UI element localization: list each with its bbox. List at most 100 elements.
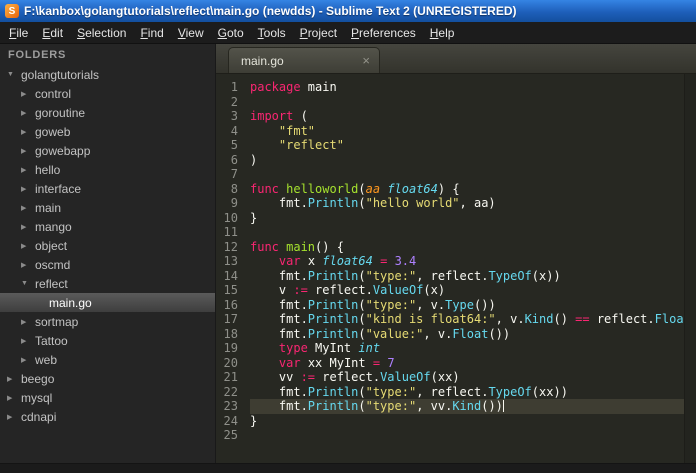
folder-web[interactable]: ▶ web (0, 350, 215, 369)
folder-oscmd[interactable]: ▶ oscmd (0, 255, 215, 274)
tree-item-label: web (35, 352, 58, 367)
text-cursor (502, 400, 504, 412)
tab-close-icon[interactable]: × (362, 54, 370, 67)
vertical-scrollbar-track[interactable] (684, 74, 696, 463)
code-text: fmt.Println("hello world", aa) (250, 196, 496, 210)
chevron-right-icon[interactable]: ▶ (7, 375, 18, 383)
chevron-right-icon[interactable]: ▶ (21, 185, 32, 193)
folder-sortmap[interactable]: ▶ sortmap (0, 312, 215, 331)
line-number: 8 (230, 181, 238, 196)
chevron-right-icon[interactable]: ▶ (21, 147, 32, 155)
folder-main[interactable]: ▶ main (0, 198, 215, 217)
menu-preferences[interactable]: Preferences (344, 23, 423, 43)
tree-item-label: oscmd (35, 257, 71, 272)
file-main-go[interactable]: main.go (0, 293, 215, 312)
menu-project[interactable]: Project (293, 23, 344, 43)
code-line-24: 24} (216, 414, 684, 429)
folder-reflect[interactable]: ▼ reflect (0, 274, 215, 293)
chevron-right-icon[interactable]: ▶ (21, 356, 32, 364)
tree-item-label: mango (35, 219, 72, 234)
folder-goroutine[interactable]: ▶ goroutine (0, 103, 215, 122)
folder-beego[interactable]: ▶ beego (0, 369, 215, 388)
title-bar[interactable]: S F:\kanbox\golangtutorials\reflect\main… (0, 0, 696, 22)
menu-view[interactable]: View (171, 23, 211, 43)
code-text: } (250, 210, 258, 225)
code-line-18: 18 fmt.Println("value:", v.Float()) (216, 327, 684, 342)
code-text: vv := reflect.ValueOf(xx) (250, 370, 460, 384)
code-line-17: 17 fmt.Println("kind is float64:", v.Kin… (216, 312, 684, 327)
chevron-down-icon[interactable]: ▼ (7, 71, 18, 78)
folder-hello[interactable]: ▶ hello (0, 160, 215, 179)
folder-object[interactable]: ▶ object (0, 236, 215, 255)
tree-item-label: main (35, 200, 62, 215)
folder-tattoo[interactable]: ▶ Tattoo (0, 331, 215, 350)
line-number: 14 (223, 268, 238, 283)
folder-mango[interactable]: ▶ mango (0, 217, 215, 236)
code-line-2: 2 (216, 95, 684, 110)
line-number: 7 (230, 167, 238, 181)
chevron-down-icon[interactable]: ▼ (21, 280, 32, 287)
code-text: "reflect" (278, 138, 344, 152)
line-number: 5 (230, 138, 238, 152)
code-line-19: 19 type MyInt int (216, 341, 684, 356)
chevron-right-icon[interactable]: ▶ (21, 242, 32, 250)
chevron-right-icon[interactable]: ▶ (21, 318, 32, 326)
line-number: 3 (230, 109, 238, 123)
code-text: "fmt" (278, 123, 316, 138)
folder-control[interactable]: ▶ control (0, 84, 215, 103)
code-line-5: 5 "reflect" (216, 138, 684, 153)
chevron-right-icon[interactable]: ▶ (21, 128, 32, 136)
tree-item-label: goweb (35, 124, 71, 139)
tab-main-go[interactable]: main.go × (228, 47, 380, 73)
chevron-right-icon[interactable]: ▶ (21, 337, 32, 345)
code-editor[interactable]: 1 package main 2 3 import (4 "fmt" 5 "reflect… (216, 74, 684, 463)
chevron-right-icon[interactable]: ▶ (21, 223, 32, 231)
folder-interface[interactable]: ▶ interface (0, 179, 215, 198)
menu-goto[interactable]: Goto (211, 23, 251, 43)
tree-item-label: mysql (21, 390, 53, 405)
menu-selection[interactable]: Selection (70, 23, 133, 43)
code-text: ) (250, 152, 258, 167)
menu-find[interactable]: Find (133, 23, 170, 43)
code-line-8: 8 func helloworld(aa float64) { (216, 182, 684, 197)
line-number: 24 (223, 413, 238, 428)
line-number: 1 (230, 80, 238, 94)
chevron-right-icon[interactable]: ▶ (7, 413, 18, 421)
chevron-right-icon[interactable]: ▶ (21, 166, 32, 174)
menu-tools[interactable]: Tools (251, 23, 293, 43)
line-number: 4 (230, 123, 238, 138)
line-number: 12 (223, 239, 238, 254)
code-line-1: 1 package main (216, 80, 684, 95)
folder-goweb[interactable]: ▶ goweb (0, 122, 215, 141)
tree-item-label: goroutine (35, 105, 86, 120)
folder-cdnapi[interactable]: ▶ cdnapi (0, 407, 215, 426)
folder-mysql[interactable]: ▶ mysql (0, 388, 215, 407)
chevron-right-icon[interactable]: ▶ (21, 261, 32, 269)
code-text: fmt.Println("type:", reflect.TypeOf(x)) (250, 268, 561, 283)
tree-item-label: control (35, 86, 72, 101)
sublime-window: S F:\kanbox\golangtutorials\reflect\main… (0, 0, 696, 473)
tree-item-label: Tattoo (35, 333, 68, 348)
chevron-right-icon[interactable]: ▶ (21, 109, 32, 117)
line-number: 6 (230, 152, 238, 167)
code-line-9: 9 fmt.Println("hello world", aa) (216, 196, 684, 211)
editor-area: main.go × 1 package main 2 3 import (4 "fmt"… (216, 44, 696, 463)
folder-gowebapp[interactable]: ▶ gowebapp (0, 141, 215, 160)
code-line-15: 15 v := reflect.ValueOf(x) (216, 283, 684, 298)
menu-help[interactable]: Help (423, 23, 462, 43)
menu-edit[interactable]: Edit (35, 23, 70, 43)
menu-file[interactable]: File (2, 23, 35, 43)
chevron-right-icon[interactable]: ▶ (21, 204, 32, 212)
horizontal-scrollbar-track[interactable] (0, 463, 696, 473)
line-number: 19 (223, 341, 238, 355)
chevron-right-icon[interactable]: ▶ (21, 90, 32, 98)
tree-item-label: main.go (49, 295, 92, 310)
code-line-6: 6) (216, 153, 684, 168)
folder-golangtutorials[interactable]: ▼ golangtutorials (0, 65, 215, 84)
code-line-22: 22 fmt.Println("type:", reflect.TypeOf(x… (216, 385, 684, 400)
chevron-right-icon[interactable]: ▶ (7, 394, 18, 402)
line-number: 17 (223, 312, 238, 326)
tab-bar: main.go × (216, 44, 696, 74)
